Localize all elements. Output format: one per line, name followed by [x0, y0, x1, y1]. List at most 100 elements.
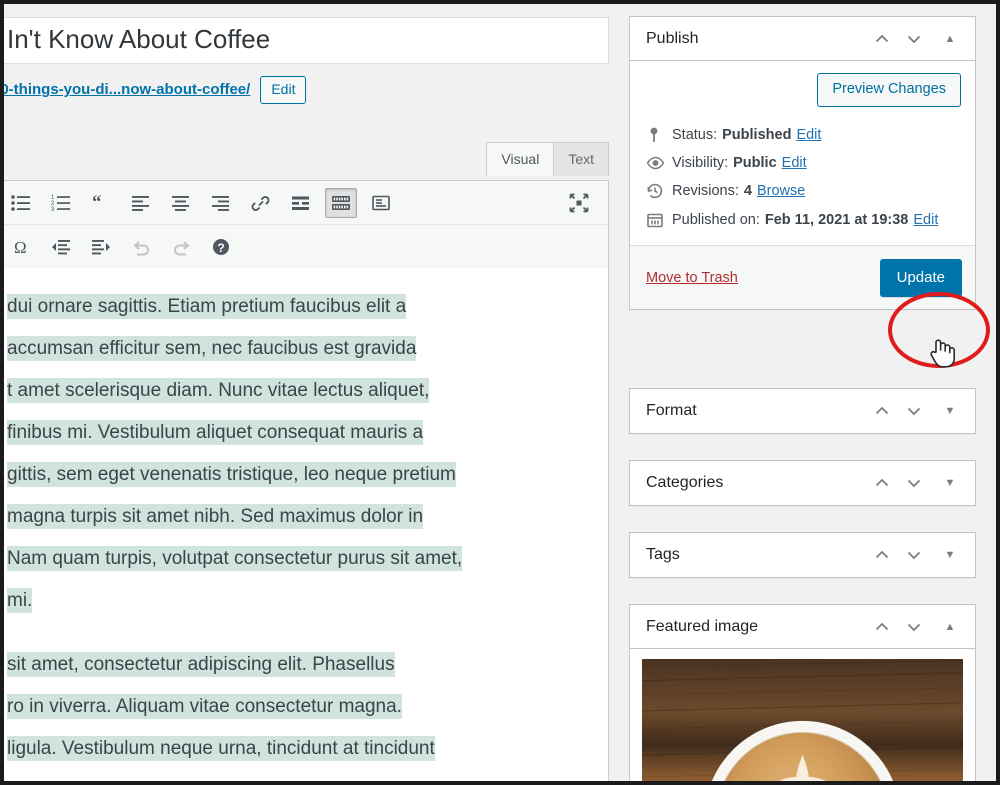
update-button[interactable]: Update	[879, 258, 962, 297]
featured-image-panel: Featured image ▲	[629, 604, 976, 781]
move-down-icon[interactable]	[899, 612, 929, 642]
align-left-icon[interactable]	[125, 188, 157, 218]
redo-icon[interactable]	[165, 232, 197, 262]
move-up-icon[interactable]	[867, 612, 897, 642]
status-row: Status: Published Edit	[642, 121, 963, 150]
read-more-icon[interactable]	[285, 188, 317, 218]
move-down-icon[interactable]	[899, 24, 929, 54]
svg-text:Ω: Ω	[14, 238, 27, 256]
content-line-text: gittis, sem eget venenatis tristique, le…	[7, 462, 456, 487]
content-line: mi.	[4, 580, 608, 622]
visibility-value: Public	[733, 155, 777, 172]
special-character-icon[interactable]: Ω	[5, 232, 37, 262]
move-down-icon[interactable]	[899, 540, 929, 570]
content-line: ro in viverra. Aliquam vitae consectetur…	[4, 686, 608, 728]
undo-icon[interactable]	[125, 232, 157, 262]
tags-panel-title: Tags	[646, 546, 680, 563]
move-up-icon[interactable]	[867, 468, 897, 498]
content-line: gittis, sem eget venenatis tristique, le…	[4, 454, 608, 496]
format-panel-header[interactable]: Format ▼	[630, 389, 975, 433]
content-line: t amet scelerisque diam. Nunc vitae lect…	[4, 370, 608, 412]
featured-image-thumbnail[interactable]	[642, 659, 963, 781]
svg-text:“: “	[92, 194, 102, 212]
categories-panel-header[interactable]: Categories ▼	[630, 461, 975, 505]
format-panel-toggle-icon[interactable]: ▼	[935, 396, 965, 426]
categories-panel: Categories ▼	[629, 460, 976, 506]
pin-icon	[646, 126, 672, 144]
content-line-text: finibus mi. Vestibulum aliquet consequat…	[7, 420, 424, 445]
publish-panel-footer: Move to Trash Update	[630, 245, 975, 310]
calendar-icon	[646, 211, 672, 229]
revisions-label: Revisions:	[672, 183, 739, 200]
content-line: sit amet, consectetur adipiscing elit. P…	[4, 644, 608, 686]
featured-image-panel-header: Featured image ▲	[630, 605, 975, 649]
tags-order-controls	[867, 540, 929, 570]
content-line-text: mi.	[7, 588, 33, 613]
tags-panel: Tags ▼	[629, 532, 976, 578]
preview-changes-button[interactable]: Preview Changes	[817, 73, 961, 108]
publish-panel-toggle-icon[interactable]: ▲	[935, 24, 965, 54]
decrease-indent-icon[interactable]	[45, 232, 77, 262]
keyboard-shortcuts-icon[interactable]: ?	[205, 232, 237, 262]
move-to-trash-link[interactable]: Move to Trash	[646, 270, 738, 286]
svg-text:?: ?	[217, 241, 224, 255]
move-up-icon[interactable]	[867, 396, 897, 426]
numbered-list-icon[interactable]: 1 2 3	[45, 188, 77, 218]
permalink-link[interactable]: 10-things-you-di...now-about-coffee/	[4, 81, 250, 98]
format-panel-title: Format	[646, 402, 697, 419]
align-center-icon[interactable]	[165, 188, 197, 218]
insert-link-icon[interactable]	[245, 188, 277, 218]
content-line: dui ornare sagittis. Etiam pretium fauci…	[4, 286, 608, 328]
visibility-row: Visibility: Public Edit	[642, 150, 963, 177]
content-line-text: ligula. Vestibulum neque urna, tincidunt…	[7, 736, 435, 761]
tab-text[interactable]: Text	[554, 142, 609, 177]
post-title-field[interactable]: In't Know About Coffee	[4, 17, 609, 64]
align-right-icon[interactable]	[205, 188, 237, 218]
tags-panel-toggle-icon[interactable]: ▼	[935, 540, 965, 570]
move-down-icon[interactable]	[899, 396, 929, 426]
tab-visual[interactable]: Visual	[486, 142, 555, 177]
permalink-edit-button[interactable]: Edit	[260, 76, 307, 104]
publish-panel-header: Publish ▲	[630, 17, 975, 61]
post-editor-column: In't Know About Coffee 10-things-you-di.…	[4, 4, 614, 781]
increase-indent-icon[interactable]	[85, 232, 117, 262]
move-up-icon[interactable]	[867, 24, 897, 54]
content-line-text: accumsan efficitur sem, nec faucibus est…	[7, 336, 417, 361]
post-title-value: In't Know About Coffee	[7, 24, 271, 54]
revisions-row: Revisions: 4 Browse	[642, 177, 963, 206]
toolbar-toggle-icon[interactable]	[325, 187, 357, 218]
content-line-text: t amet scelerisque diam. Nunc vitae lect…	[7, 378, 430, 403]
content-line-text: ro in viverra. Aliquam vitae consectetur…	[7, 694, 402, 719]
content-line: finibus mi. Vestibulum aliquet consequat…	[4, 412, 608, 454]
publish-panel-title: Publish	[646, 29, 699, 47]
content-line: ligula. Vestibulum neque urna, tincidunt…	[4, 728, 608, 770]
post-content-editable[interactable]: dui ornare sagittis. Etiam pretium fauci…	[4, 268, 609, 781]
distraction-free-mode-icon[interactable]	[564, 188, 594, 218]
featured-image-panel-body	[630, 649, 975, 781]
featured-image-panel-toggle-icon[interactable]: ▲	[935, 612, 965, 642]
move-down-icon[interactable]	[899, 468, 929, 498]
format-panel: Format ▼	[629, 388, 976, 434]
published-on-edit-link[interactable]: Edit	[913, 212, 938, 228]
bulleted-list-icon[interactable]	[5, 188, 37, 218]
clock-history-icon	[646, 182, 672, 200]
page-break-icon[interactable]	[365, 188, 397, 218]
format-order-controls	[867, 396, 929, 426]
editor-mode-tabs: Visual Text	[486, 142, 609, 177]
published-on-value: Feb 11, 2021 at 19:38	[764, 212, 909, 229]
publish-panel: Publish ▲ Preview Changes Status: Publis…	[629, 16, 976, 311]
visibility-label: Visibility:	[672, 155, 729, 172]
editor-toolbar: 1 2 3 “ Ω ?	[4, 180, 609, 270]
visibility-edit-link[interactable]: Edit	[782, 155, 807, 171]
preview-changes-row: Preview Changes	[642, 71, 963, 121]
categories-panel-title: Categories	[646, 474, 724, 491]
svg-text:3: 3	[51, 207, 55, 212]
tags-panel-header[interactable]: Tags ▼	[630, 533, 975, 577]
status-edit-link[interactable]: Edit	[796, 127, 821, 143]
eye-icon	[646, 155, 672, 171]
revisions-browse-link[interactable]: Browse	[757, 183, 805, 199]
categories-panel-toggle-icon[interactable]: ▼	[935, 468, 965, 498]
move-up-icon[interactable]	[867, 540, 897, 570]
published-on-row: Published on: Feb 11, 2021 at 19:38 Edit	[642, 206, 963, 235]
blockquote-icon[interactable]: “	[85, 188, 117, 218]
